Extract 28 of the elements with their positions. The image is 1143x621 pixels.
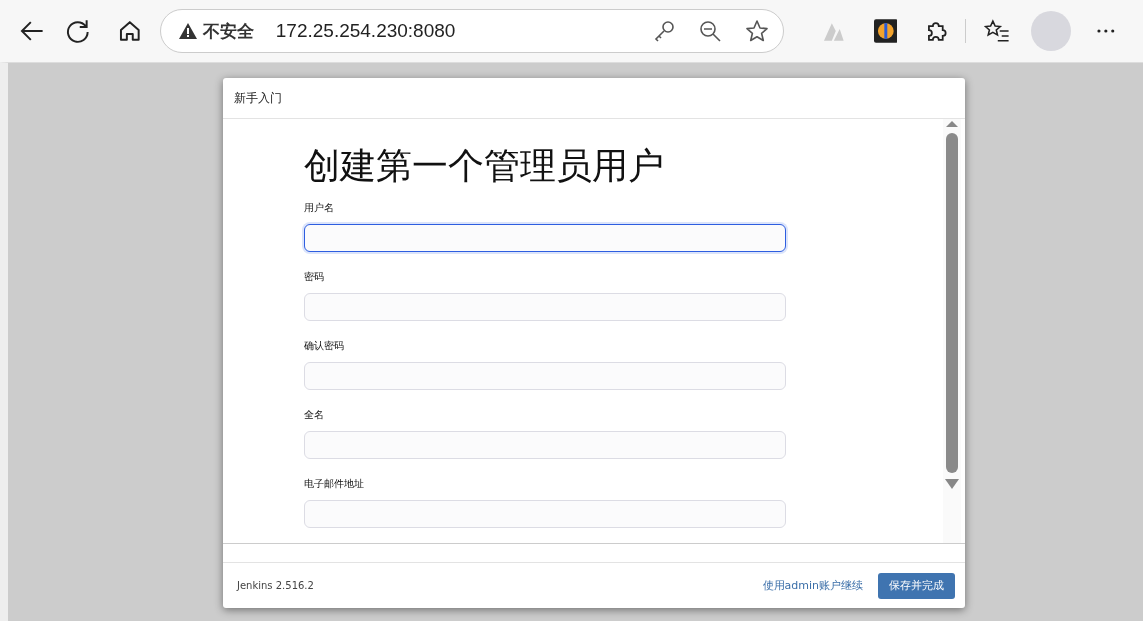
home-icon[interactable] bbox=[118, 19, 142, 43]
page-heading: 创建第一个管理员用户 bbox=[304, 145, 665, 187]
field-label: 确认密码 bbox=[304, 339, 345, 353]
url-text: 172.25.254.230:8080 bbox=[275, 20, 456, 42]
star-icon[interactable] bbox=[744, 19, 769, 43]
security-label: 不安全 bbox=[202, 19, 254, 43]
refresh-icon[interactable] bbox=[64, 18, 91, 44]
puzzle-icon[interactable] bbox=[925, 19, 949, 43]
back-arrow-icon[interactable] bbox=[19, 19, 45, 43]
version-text: Jenkins 2.516.2 bbox=[237, 580, 314, 591]
zoom-out-icon[interactable] bbox=[698, 20, 721, 42]
scroll-up-icon[interactable] bbox=[946, 121, 958, 127]
more-icon[interactable] bbox=[1097, 29, 1115, 33]
favorites-list-icon[interactable] bbox=[983, 19, 1010, 43]
scroll-down-icon[interactable] bbox=[945, 479, 959, 489]
save-and-finish-button[interactable]: 保存并完成 bbox=[878, 572, 955, 599]
address-bar[interactable]: 不安全 172.25.254.230:8080 bbox=[159, 9, 784, 53]
scrollbar[interactable] bbox=[943, 119, 961, 543]
field-label: 密码 bbox=[304, 270, 325, 284]
field-label: 全名 bbox=[304, 408, 325, 422]
continue-as-admin-link[interactable]: 使用admin账户继续 bbox=[762, 578, 863, 593]
field-label: 用户名 bbox=[304, 201, 335, 215]
scrollbar-thumb[interactable] bbox=[946, 133, 958, 473]
warning-icon bbox=[178, 23, 197, 39]
key-icon[interactable] bbox=[652, 20, 675, 42]
field-label: 电子邮件地址 bbox=[304, 477, 365, 491]
dialog-title: 新手入门 bbox=[234, 89, 282, 107]
input-field[interactable] bbox=[304, 224, 786, 252]
